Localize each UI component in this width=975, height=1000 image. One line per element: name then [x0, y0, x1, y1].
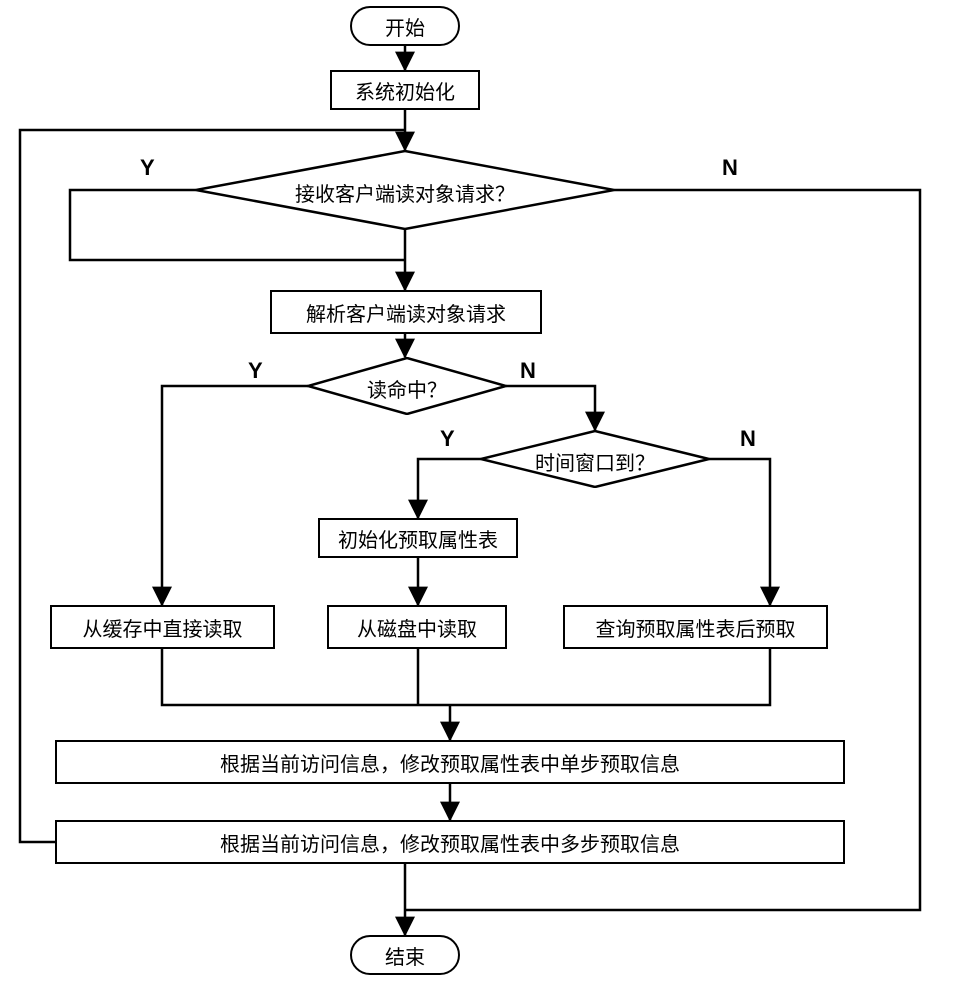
flow-timewin [480, 430, 710, 488]
timewin-no-label: N [740, 426, 756, 452]
flow-start: 开始 [350, 6, 460, 46]
flow-end: 结束 [350, 935, 460, 975]
flow-initpre: 初始化预取属性表 [318, 518, 518, 558]
flow-mod2-label: 根据当前访问信息，修改预取属性表中多步预取信息 [220, 828, 680, 857]
flow-init: 系统初始化 [330, 70, 480, 110]
flow-mod2: 根据当前访问信息，修改预取属性表中多步预取信息 [55, 820, 845, 864]
flow-cache-label: 从缓存中直接读取 [83, 613, 243, 642]
recv-yes-label: Y [140, 155, 155, 181]
flow-disk: 从磁盘中读取 [327, 605, 507, 649]
flow-disk-label: 从磁盘中读取 [357, 613, 477, 642]
flow-end-label: 结束 [385, 941, 425, 970]
flow-query: 查询预取属性表后预取 [563, 605, 828, 649]
flow-readhit [307, 357, 507, 415]
flow-start-label: 开始 [385, 12, 425, 41]
timewin-yes-label: Y [440, 426, 455, 452]
flow-query-label: 查询预取属性表后预取 [596, 613, 796, 642]
flow-recv [195, 150, 615, 230]
flow-initpre-label: 初始化预取属性表 [338, 524, 498, 553]
recv-no-label: N [722, 155, 738, 181]
flow-parse-label: 解析客户端读对象请求 [306, 298, 506, 327]
flow-mod1-label: 根据当前访问信息，修改预取属性表中单步预取信息 [220, 748, 680, 777]
flow-mod1: 根据当前访问信息，修改预取属性表中单步预取信息 [55, 740, 845, 784]
flow-init-label: 系统初始化 [355, 76, 455, 105]
flow-cache: 从缓存中直接读取 [50, 605, 275, 649]
flow-parse: 解析客户端读对象请求 [270, 290, 542, 334]
readhit-yes-label: Y [248, 358, 263, 384]
readhit-no-label: N [520, 358, 536, 384]
